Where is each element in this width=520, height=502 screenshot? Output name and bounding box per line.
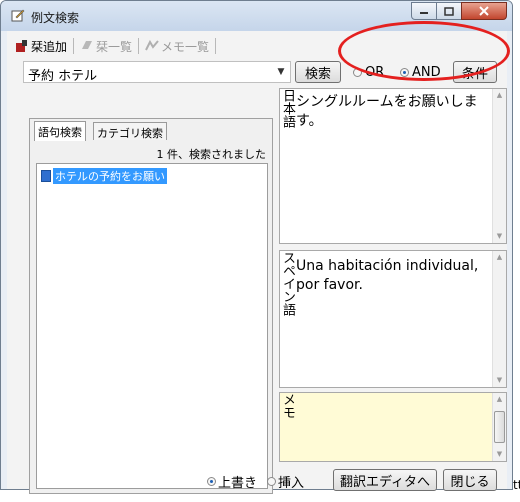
memo-pane-label: メモ [280,393,295,419]
window-title: 例文検索 [31,11,80,25]
overwrite-label: 上書き [218,476,258,491]
japanese-text[interactable]: シングルルームをお願いします。 [296,93,490,131]
result-count: 1 件、検索されました [156,148,267,161]
japanese-scrollbar[interactable]: ▲ ▼ [492,89,506,243]
toolbar: 栞追加 栞一覧 メモ一覧 [7,35,222,57]
spanish-pane-label: スペイン語 [280,251,295,316]
pen-icon [11,9,25,22]
highlight-ring [338,21,510,81]
insert-label: 挿入 [278,476,305,491]
spanish-text[interactable]: Una habitación individual, por favor. [296,257,490,295]
search-button[interactable]: 検索 [295,61,341,83]
memo-scrollbar[interactable]: ▲ ▼ [492,393,506,461]
scroll-up-icon[interactable]: ▲ [493,393,506,406]
scroll-thumb[interactable] [494,411,505,443]
tab-category-search[interactable]: カテゴリ検索 [93,122,167,140]
add-bookmark-label: 栞追加 [31,39,68,54]
toolbar-separator [138,38,140,54]
client-area: 栞追加 栞一覧 メモ一覧 予約 ホテル ▼ 検索 OR AND 条件 語句検索 … [7,31,507,494]
close-button[interactable]: 閉じる [443,469,497,491]
spanish-pane[interactable]: スペイン語 Una habitación individual, por fav… [279,250,507,388]
close-icon [479,6,489,16]
scroll-down-icon[interactable]: ▼ [493,374,506,387]
overwrite-radio-icon [207,477,216,486]
memo-list-icon [145,39,159,51]
scroll-down-icon[interactable]: ▼ [493,230,506,243]
results-panel: 語句検索 カテゴリ検索 1 件、検索されました ホテルの予約をお願い [29,118,273,494]
maximize-button[interactable] [436,2,462,20]
bookmark-list-button[interactable]: 栞一覧 [80,38,132,55]
document-icon [41,169,51,182]
close-window-button[interactable] [461,2,507,20]
close-button-label: 閉じる [450,474,490,490]
toolbar-separator [73,38,75,54]
insert-radio[interactable]: 挿入 [267,472,304,491]
overwrite-radio[interactable]: 上書き [207,472,257,491]
scroll-down-icon[interactable]: ▼ [493,448,506,461]
tab-category-label: カテゴリ検索 [97,127,163,140]
spanish-scrollbar[interactable]: ▲ ▼ [492,251,506,387]
japanese-pane-label: 日本語 [280,89,295,128]
translation-editor-label: 翻訳エディタへ [339,474,431,490]
toolbar-separator [215,38,217,54]
minimize-button[interactable] [411,2,437,20]
memo-list-button[interactable]: メモ一覧 [145,38,209,55]
memo-list-label: メモ一覧 [161,39,210,54]
scroll-up-icon[interactable]: ▲ [493,89,506,102]
tab-phrase-search[interactable]: 語句検索 [34,121,86,141]
search-button-label: 検索 [304,66,331,82]
bookmark-list-icon [82,41,93,49]
japanese-pane[interactable]: 日本語 シングルルームをお願いします。 ▲ ▼ [279,88,507,244]
search-input-value: 予約 ホテル [28,69,98,84]
maximize-icon [444,6,454,16]
results-list[interactable]: ホテルの予約をお願い [36,163,268,489]
list-item-label: ホテルの予約をお願い [53,167,167,184]
list-item[interactable]: ホテルの予約をお願い [41,167,167,184]
bookmark-add-icon [16,40,27,52]
scroll-up-icon[interactable]: ▲ [493,251,506,264]
insert-radio-icon [267,477,276,486]
translation-editor-button[interactable]: 翻訳エディタへ [333,469,437,491]
minimize-icon [420,12,428,14]
memo-pane[interactable]: メモ ▲ ▼ [279,392,507,462]
bookmark-list-label: 栞一覧 [96,39,133,54]
search-input[interactable]: 予約 ホテル ▼ [23,61,291,84]
overflow-text: tt [513,478,520,492]
add-bookmark-button[interactable]: 栞追加 [15,38,67,55]
tab-phrase-label: 語句検索 [38,126,82,139]
chevron-down-icon[interactable]: ▼ [274,64,288,80]
